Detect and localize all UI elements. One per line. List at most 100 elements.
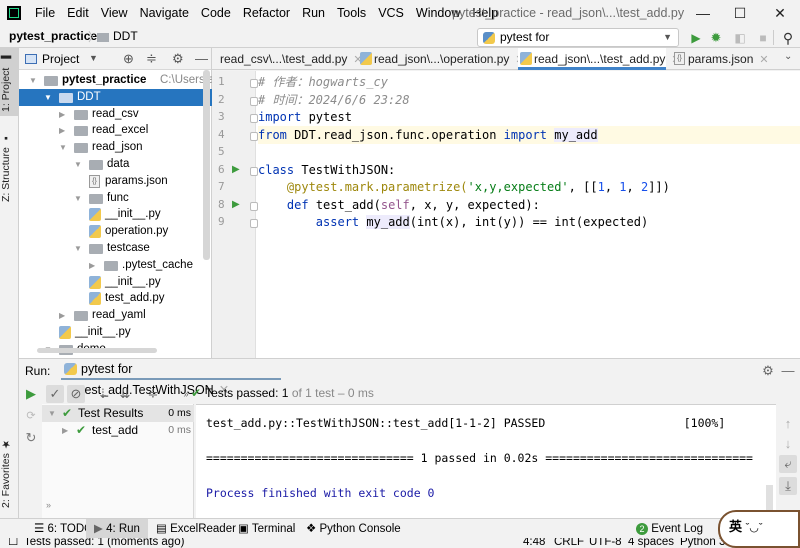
tab-params-json[interactable]: {} params.json ✕ <box>672 48 776 70</box>
sort-alphabetically-icon[interactable]: ⇣ <box>94 385 112 403</box>
ime-indicator[interactable]: 英 ˇ◡ˇ <box>718 510 800 548</box>
expand-arrow-icon[interactable]: ▶ <box>89 257 95 274</box>
run-with-coverage-icon[interactable]: ◧ <box>732 30 748 46</box>
menu-navigate[interactable]: Navigate <box>134 0 195 26</box>
expand-arrow-icon[interactable]: ▶ <box>59 122 65 139</box>
tool-tab-project[interactable]: 1: Project ▬ <box>0 48 19 116</box>
status-message[interactable]: Tests passed: 1 (moments ago) <box>24 538 184 548</box>
menu-edit[interactable]: Edit <box>61 0 95 26</box>
more-icon[interactable]: » <box>46 500 51 510</box>
file-encoding[interactable]: UTF-8 <box>589 538 622 548</box>
locate-icon[interactable]: ⊕ <box>123 51 134 67</box>
tool-tab-structure[interactable]: Z: Structure ▪ <box>0 122 19 212</box>
tool-tab-terminal[interactable]: ▣ Terminal <box>232 519 301 539</box>
debug-icon[interactable]: ✹ <box>708 30 724 46</box>
line-separator[interactable]: CRLF <box>554 538 584 548</box>
indent-setting[interactable]: 4 spaces <box>628 538 674 548</box>
collapse-arrow-icon[interactable]: ▼ <box>74 240 82 257</box>
menu-code[interactable]: Code <box>195 0 237 26</box>
horizontal-scrollbar[interactable] <box>37 348 157 353</box>
hide-icon[interactable]: — <box>195 51 208 66</box>
vertical-scrollbar[interactable] <box>203 70 210 260</box>
event-log-button[interactable]: 2 Event Log <box>636 519 703 539</box>
tab-read-csv-test-add[interactable]: read_csv\...\test_add.py ✕ <box>212 48 363 70</box>
fold-marker-icon[interactable] <box>250 219 258 228</box>
rerun-failed-icon[interactable]: ⟳ <box>22 407 40 425</box>
run-icon[interactable]: ▶ <box>688 30 704 46</box>
tab-read-json-test-add[interactable]: read_json\...\test_add.py✕ <box>518 48 681 70</box>
collapse-arrow-icon[interactable]: ▼ <box>74 156 82 173</box>
fold-marker-icon[interactable] <box>250 132 258 141</box>
run-gutter-icon[interactable]: ▶ <box>232 199 240 210</box>
tree-item[interactable]: __init__.py <box>19 206 212 223</box>
close-icon[interactable]: ✕ <box>759 54 768 66</box>
tool-tab-run[interactable]: ▶ 4: Run <box>86 519 148 539</box>
collapse-arrow-icon[interactable]: ▼ <box>74 190 82 207</box>
scroll-to-end-icon[interactable]: ⤓ <box>779 477 797 495</box>
rerun-icon[interactable]: ▶ <box>22 385 40 403</box>
minimize-button[interactable]: — <box>683 0 723 26</box>
show-passed-toggle[interactable]: ✓ <box>46 385 64 403</box>
gear-icon[interactable]: ⚙ <box>172 51 184 67</box>
menu-refactor[interactable]: Refactor <box>237 0 296 26</box>
collapse-all-icon[interactable]: ≑ <box>146 51 157 67</box>
toggle-auto-test-icon[interactable]: ↻ <box>22 429 40 447</box>
tree-item[interactable]: {} params.json <box>19 173 212 190</box>
project-view-select[interactable]: Project <box>42 52 79 66</box>
fold-marker-icon[interactable] <box>250 167 258 176</box>
show-ignored-toggle[interactable]: ⊘ <box>67 385 85 403</box>
tree-item[interactable]: ▶ read_excel <box>19 122 212 139</box>
menu-vcs[interactable]: VCS <box>372 0 410 26</box>
tree-item[interactable]: ▼ DDT <box>19 88 212 106</box>
tree-item[interactable]: __init__.py <box>19 324 212 341</box>
search-icon[interactable]: ⚲ <box>780 30 796 46</box>
collapse-arrow-icon[interactable]: ▼ <box>29 72 37 89</box>
tree-item[interactable]: operation.py <box>19 223 212 240</box>
test-result-item[interactable]: ▶ ✔ test_add 0 ms <box>42 422 194 439</box>
menu-view[interactable]: View <box>95 0 134 26</box>
soft-wrap-icon[interactable]: ⤶ <box>779 455 797 473</box>
collapse-arrow-icon[interactable]: ▼ <box>59 139 67 156</box>
tree-item[interactable]: __init__.py <box>19 274 212 291</box>
menu-file[interactable]: File <box>29 0 61 26</box>
run-configuration-select[interactable]: pytest for test_add.TestWithJSON ▼ <box>477 28 679 61</box>
fold-marker-icon[interactable] <box>250 114 258 123</box>
stop-icon[interactable]: ■ <box>755 30 771 46</box>
tab-read-json-operation[interactable]: read_json\...\operation.py✕ <box>358 48 525 70</box>
run-gutter-icon[interactable]: ▶ <box>232 164 240 175</box>
tree-item[interactable]: ▶ read_csv <box>19 106 212 123</box>
console-output[interactable]: test_add.py::TestWithJSON::test_add[1-1-… <box>196 404 776 519</box>
tree-item[interactable]: ▶ read_yaml <box>19 307 212 324</box>
tree-item[interactable]: ▶ .pytest_cache <box>19 257 212 274</box>
menu-run[interactable]: Run <box>296 0 331 26</box>
collapse-arrow-icon[interactable]: ▼ <box>44 89 52 106</box>
code-editor[interactable]: 1 2 3 4 5 6 7 8 9 ▶ ▶ # 作者：hogwarts_cy #… <box>212 71 800 358</box>
maximize-button[interactable]: ☐ <box>720 0 760 26</box>
expand-arrow-icon[interactable]: ▶ <box>59 307 65 324</box>
tool-tab-favorites[interactable]: 2: Favorites ★ <box>0 433 19 513</box>
tool-tab-excelreader[interactable]: ▤ ExcelReader <box>150 519 242 539</box>
gear-icon[interactable]: ⚙ <box>759 362 777 380</box>
tool-tab-python-console[interactable]: ❖ Python Console <box>300 519 407 539</box>
breadcrumb-project[interactable]: pytest_practice <box>9 29 97 43</box>
tree-item[interactable]: ▼pytest_practiceC:\Users\adminis <box>19 72 248 89</box>
tree-item[interactable]: ▼ data <box>19 156 212 173</box>
breadcrumb-folder[interactable]: DDT <box>113 29 138 43</box>
tree-item[interactable]: ▼ read_json <box>19 139 212 156</box>
caret-position[interactable]: 4:48 <box>523 538 545 548</box>
tree-item[interactable]: test_add.py <box>19 290 212 307</box>
expand-arrow-icon[interactable]: ▶ <box>59 106 65 123</box>
fold-marker-icon[interactable] <box>250 202 258 211</box>
hide-icon[interactable]: — <box>779 362 797 380</box>
test-results-root[interactable]: ▼ ✔ Test Results 0 ms <box>42 405 194 422</box>
close-button[interactable]: ✕ <box>760 0 800 26</box>
run-tab[interactable]: pytest for test_add.TestWithJSON ✕ <box>61 359 281 397</box>
fold-marker-icon[interactable] <box>250 79 258 88</box>
tabs-overflow-chevron-icon[interactable]: ⌄ <box>784 51 792 62</box>
arrow-up-icon[interactable]: ↑ <box>779 415 797 433</box>
tree-item[interactable]: ▼ func <box>19 190 212 207</box>
menu-tools[interactable]: Tools <box>331 0 372 26</box>
expand-arrow-icon[interactable]: ▼ <box>48 405 56 422</box>
sort-by-duration-icon[interactable]: ⇊ <box>116 385 134 403</box>
status-square-icon[interactable]: ☐ <box>8 538 18 548</box>
